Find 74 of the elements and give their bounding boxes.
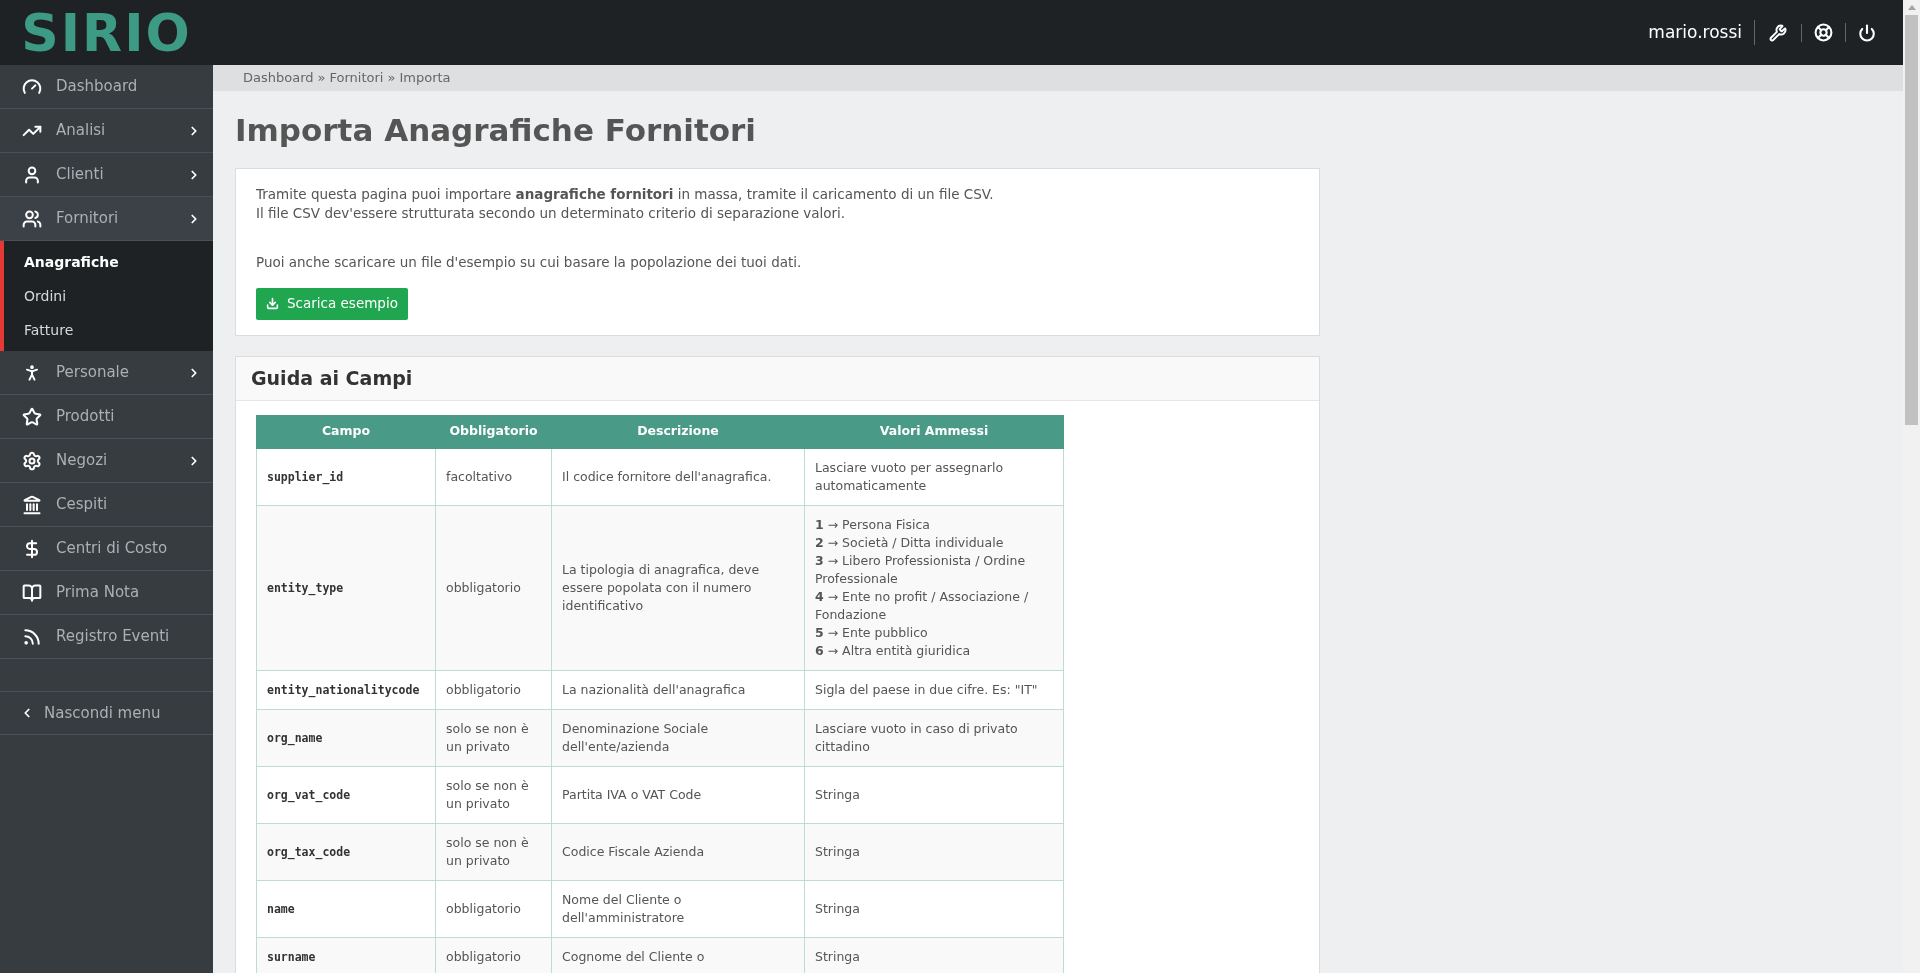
sidebar-item[interactable]: Prodotti	[0, 395, 213, 439]
table-cell: supplier_id	[256, 448, 436, 505]
breadcrumb-link[interactable]: Importa	[399, 68, 451, 88]
power-icon	[1858, 23, 1876, 42]
lifebuoy-icon	[1814, 23, 1833, 42]
username[interactable]: mario.rossi	[1648, 19, 1755, 46]
table-cell: Codice Fiscale Azienda	[551, 823, 805, 880]
bank-icon	[22, 494, 42, 515]
book-icon	[22, 582, 42, 603]
column-header: Obbligatorio	[435, 415, 552, 448]
table-cell: obbligatorio	[435, 880, 552, 937]
sidebar-item[interactable]: Prima Nota	[0, 571, 213, 615]
collapse-menu-link[interactable]: Nascondi menu	[0, 691, 213, 735]
table-cell: surname	[256, 937, 436, 973]
column-header: Valori Ammessi	[804, 415, 1064, 448]
table-cell: org_vat_code	[256, 766, 436, 823]
column-header: Descrizione	[551, 415, 805, 448]
table-cell: Stringa	[804, 937, 1064, 973]
table-cell: solo se non è un privato	[435, 766, 552, 823]
table-cell: obbligatorio	[435, 670, 552, 709]
table-cell: Nome del Cliente o dell'amministratore	[551, 880, 805, 937]
breadcrumb-separator: »	[387, 69, 396, 88]
sidebar-item[interactable]: Centri di Costo	[0, 527, 213, 571]
rss-icon	[22, 626, 42, 647]
logo[interactable]: SIRIO	[21, 6, 192, 59]
sidebar-item[interactable]: Fornitori	[0, 197, 213, 241]
download-icon	[266, 297, 279, 310]
breadcrumb-separator: »	[317, 69, 326, 88]
table-cell: Stringa	[804, 880, 1064, 937]
table-cell: obbligatorio	[435, 505, 552, 670]
submenu-item[interactable]: Anagrafiche	[4, 245, 213, 279]
star-icon	[22, 406, 42, 427]
intro-text: Tramite questa pagina puoi importare anagrafiche fornitori in massa, tramite il caricamento di un file CSV. Il file CSV dev'essere strutturata secondo un determinato criterio di separazione valori.	[256, 184, 995, 223]
submenu-item[interactable]: Fatture	[4, 313, 213, 347]
table-cell: facoltativo	[435, 448, 552, 505]
user-icon	[22, 164, 42, 185]
table-cell: entity_nationalitycode	[256, 670, 436, 709]
table-cell: Sigla del paese in due cifre. Es: "IT"	[804, 670, 1064, 709]
table-cell: La tipologia di anagrafica, deve essere popolata con il numero identificativo	[551, 505, 805, 670]
table-cell: entity_type	[256, 505, 436, 670]
table-cell: 1 → Persona Fisica 2 → Società / Ditta individuale 3 → Libero Professionista / Ordine Professionale 4 → Ente no profit / Associazione / Fondazione 5 → Ente pubblico 6 → Altra entità giuridica	[804, 505, 1064, 670]
page-title: Importa Anagrafiche Fornitori	[235, 111, 757, 150]
table-cell: org_tax_code	[256, 823, 436, 880]
table-cell: Il codice fornitore dell'anagrafica.	[551, 448, 805, 505]
sidebar-item[interactable]: Negozi	[0, 439, 213, 483]
gauge-icon	[22, 76, 42, 97]
breadcrumb-link[interactable]: Fornitori	[329, 68, 384, 88]
sidebar-item[interactable]: Analisi	[0, 109, 213, 153]
table-cell: name	[256, 880, 436, 937]
column-header: Campo	[256, 415, 436, 448]
sidebar-item[interactable]: Personale	[0, 351, 213, 395]
table-cell: solo se non è un privato	[435, 823, 552, 880]
sidebar-item[interactable]: Cespiti	[0, 483, 213, 527]
table-cell: solo se non è un privato	[435, 709, 552, 766]
intro-note: Puoi anche scaricare un file d'esempio su cui basare la popolazione dei tuoi dati.	[256, 252, 803, 272]
wrench-icon	[1769, 23, 1787, 42]
download-example-button[interactable]: Scarica esempio	[256, 287, 408, 320]
sidebar-item[interactable]: Dashboard	[0, 65, 213, 109]
submenu-item[interactable]: Ordini	[4, 279, 213, 313]
table-cell: La nazionalità dell'anagrafica	[551, 670, 805, 709]
breadcrumb-link[interactable]: Dashboard	[243, 68, 314, 88]
table-cell: Stringa	[804, 823, 1064, 880]
card-title: Guida ai Campi	[236, 356, 1319, 401]
table-cell: Stringa	[804, 766, 1064, 823]
table-cell: Cognome del Cliente o	[551, 937, 805, 973]
table-cell: Partita IVA o VAT Code	[551, 766, 805, 823]
users-icon	[22, 208, 42, 229]
table-cell: obbligatorio	[435, 937, 552, 973]
sidebar-item[interactable]: Registro Eventi	[0, 615, 213, 659]
table-cell: Lasciare vuoto in caso di privato cittadino	[804, 709, 1064, 766]
table-cell: Lasciare vuoto per assegnarlo automaticamente	[804, 448, 1064, 505]
table-cell: Denominazione Sociale dell'ente/azienda	[551, 709, 805, 766]
table-cell: org_name	[256, 709, 436, 766]
gear-icon	[22, 450, 42, 471]
